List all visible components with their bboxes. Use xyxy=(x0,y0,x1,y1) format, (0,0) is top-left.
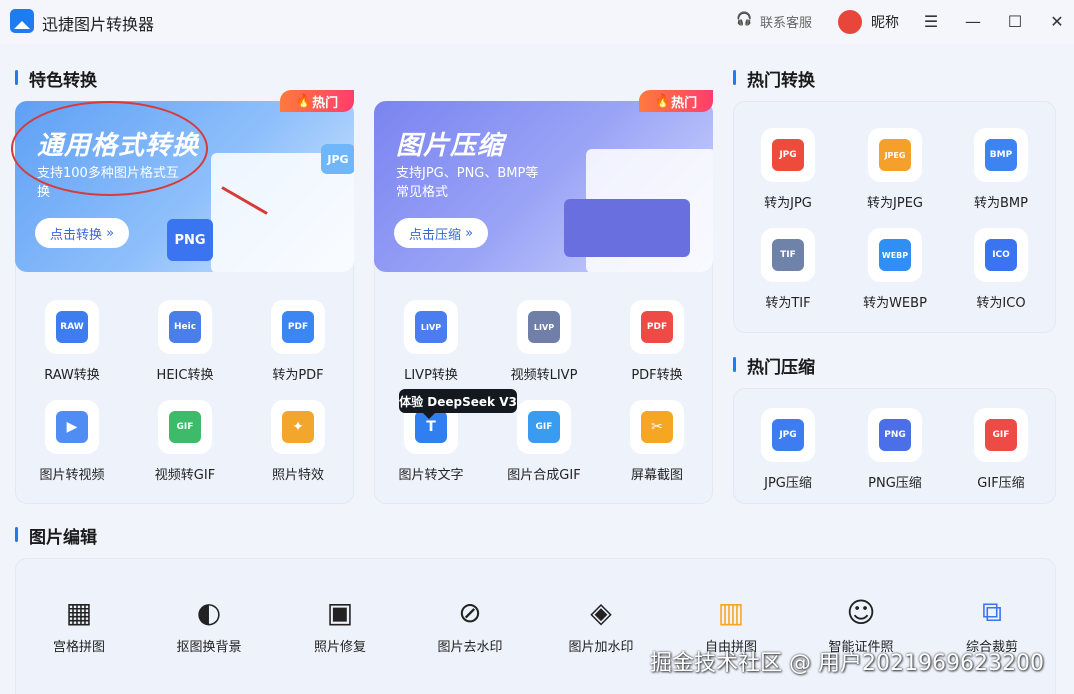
livp-icon: LIVP xyxy=(404,300,458,354)
compress-card-illustration xyxy=(564,199,690,257)
hot-convert-jpg[interactable]: JPG 转为JPG xyxy=(733,128,843,218)
tool-raw-convert[interactable]: RAW RAW转换 xyxy=(17,300,127,390)
section-title-hot-convert: 热门转换 xyxy=(747,71,815,91)
flame-icon: 🔥 xyxy=(654,93,672,109)
image-to-video-icon: ▶ xyxy=(45,400,99,454)
cutout-icon: ◐ xyxy=(196,595,222,629)
hot-convert-webp[interactable]: WEBP 转为WEBP xyxy=(840,228,950,318)
tool-screenshot[interactable]: ✂ 屏幕截图 xyxy=(602,400,712,490)
jpg-icon: JPG xyxy=(761,128,815,182)
minimize-button[interactable]: — xyxy=(962,10,984,32)
tool-photo-effect[interactable]: ✦ 照片特效 xyxy=(243,400,353,490)
to-pdf-icon: PDF xyxy=(271,300,325,354)
webp-icon: WEBP xyxy=(868,228,922,282)
tool-merge-gif[interactable]: GIF 图片合成GIF xyxy=(489,400,599,490)
hot-badge: 🔥 热门 xyxy=(280,90,354,112)
grid-puzzle-icon: ▦ xyxy=(65,595,93,629)
nickname[interactable]: 昵称 xyxy=(871,12,899,32)
id-photo-icon: ☺ xyxy=(846,595,876,629)
video-to-livp-icon: LIVP xyxy=(517,300,571,354)
section-marker xyxy=(15,70,18,85)
hot-badge: 🔥 热门 xyxy=(639,90,713,112)
hot-compress-jpg[interactable]: JPG JPG压缩 xyxy=(733,408,843,498)
section-title-featured: 特色转换 xyxy=(29,71,97,91)
tool-video-to-livp[interactable]: LIVP 视频转LIVP xyxy=(489,300,599,390)
watermark: 掘金技术社区 @ 用户2021969623200 xyxy=(650,651,1044,676)
png-compress-icon: PNG xyxy=(868,408,922,462)
app-title: 迅捷图片转换器 xyxy=(42,15,155,34)
menu-icon[interactable]: ☰ xyxy=(920,10,942,32)
hot-convert-jpeg[interactable]: JPEG 转为JPEG xyxy=(840,128,950,218)
add-watermark-icon: ◈ xyxy=(590,595,612,629)
tool-to-pdf[interactable]: PDF 转为PDF xyxy=(243,300,353,390)
screenshot-icon: ✂ xyxy=(630,400,684,454)
edit-add-watermark[interactable]: ◈ 图片加水印 xyxy=(546,595,656,656)
section-title-hot-compress: 热门压缩 xyxy=(747,358,815,378)
hot-compress-gif[interactable]: GIF GIF压缩 xyxy=(946,408,1056,498)
headset-icon[interactable]: 🎧 xyxy=(736,12,752,27)
tool-livp-convert[interactable]: LIVP LIVP转换 xyxy=(376,300,486,390)
photo-repair-icon: ▣ xyxy=(326,595,354,629)
hot-convert-bmp[interactable]: BMP 转为BMP xyxy=(946,128,1056,218)
title-bar xyxy=(0,0,1074,44)
tif-icon: TIF xyxy=(761,228,815,282)
tool-video-to-gif[interactable]: GIF 视频转GIF xyxy=(130,400,240,490)
jpg-badge-icon: JPG xyxy=(321,144,354,174)
remove-watermark-icon: ⊘ xyxy=(458,595,482,629)
banner-compress[interactable]: 图片压缩 支持JPG、PNG、BMP等常见格式 点击压缩 » xyxy=(374,101,713,272)
tool-pdf-convert[interactable]: PDF PDF转换 xyxy=(602,300,712,390)
photo-effect-icon: ✦ xyxy=(271,400,325,454)
jpg-compress-icon: JPG xyxy=(761,408,815,462)
hot-convert-ico[interactable]: ICO 转为ICO xyxy=(946,228,1056,318)
app-logo-icon xyxy=(10,9,34,33)
jpeg-icon: JPEG xyxy=(868,128,922,182)
crop-icon: ⧉ xyxy=(982,595,1002,628)
edit-grid-puzzle[interactable]: ▦ 宫格拼图 xyxy=(24,595,134,656)
maximize-button[interactable]: ☐ xyxy=(1004,10,1026,32)
banner-subtitle: 支持JPG、PNG、BMP等常见格式 xyxy=(396,166,539,200)
annotation-circle xyxy=(11,101,208,196)
hot-convert-tif[interactable]: TIF 转为TIF xyxy=(733,228,843,318)
banner-title: 图片压缩 xyxy=(396,131,505,161)
edit-remove-watermark[interactable]: ⊘ 图片去水印 xyxy=(415,595,525,656)
deepseek-badge[interactable]: 体验 DeepSeek V3 xyxy=(399,389,517,419)
free-puzzle-icon: ▥ xyxy=(717,595,745,629)
pdf-convert-icon: PDF xyxy=(630,300,684,354)
hot-compress-png[interactable]: PNG PNG压缩 xyxy=(840,408,950,498)
raw-icon: RAW xyxy=(45,300,99,354)
close-button[interactable]: ✕ xyxy=(1046,10,1068,32)
gif-compress-icon: GIF xyxy=(974,408,1028,462)
video-to-gif-icon: GIF xyxy=(158,400,212,454)
compress-now-button[interactable]: 点击压缩 » xyxy=(394,218,488,248)
customer-service-link[interactable]: 联系客服 xyxy=(760,12,812,31)
edit-photo-repair[interactable]: ▣ 照片修复 xyxy=(285,595,395,656)
convert-now-button[interactable]: 点击转换 » xyxy=(35,218,129,248)
merge-gif-icon: GIF xyxy=(517,400,571,454)
heic-icon: Heic xyxy=(158,300,212,354)
png-badge-icon: PNG xyxy=(167,219,213,261)
section-marker xyxy=(733,70,736,85)
edit-cutout[interactable]: ◐ 抠图换背景 xyxy=(154,595,264,656)
flame-icon: 🔥 xyxy=(295,93,313,109)
bmp-icon: BMP xyxy=(974,128,1028,182)
tool-heic-convert[interactable]: Heic HEIC转换 xyxy=(130,300,240,390)
avatar[interactable] xyxy=(838,10,862,34)
section-marker xyxy=(15,527,18,542)
section-marker xyxy=(733,357,736,372)
ico-icon: ICO xyxy=(974,228,1028,282)
section-title-edit: 图片编辑 xyxy=(29,528,97,548)
tool-image-to-video[interactable]: ▶ 图片转视频 xyxy=(17,400,127,490)
